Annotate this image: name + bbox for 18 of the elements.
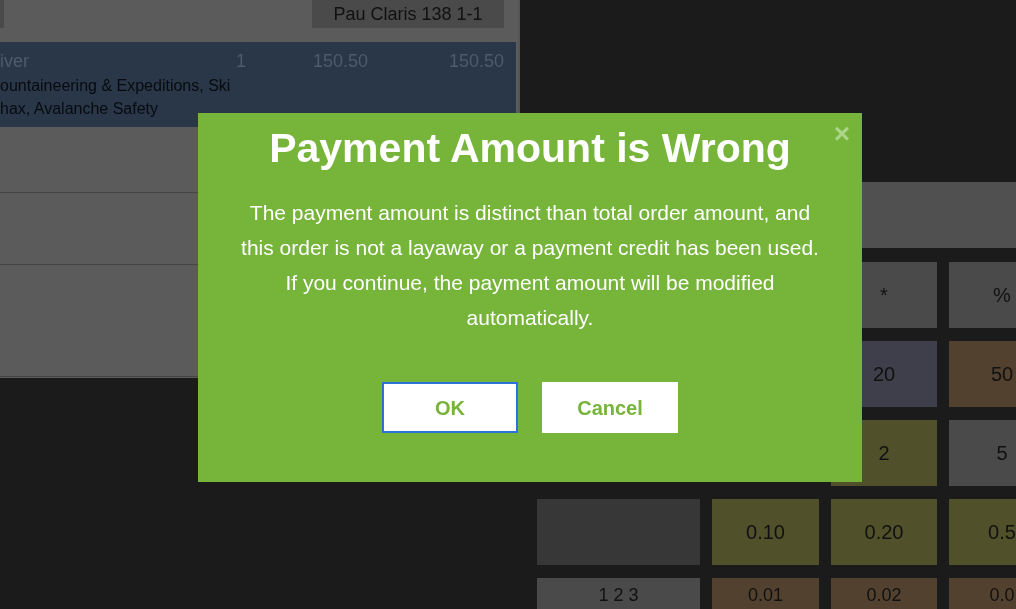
dialog-message: The payment amount is distinct than total order amount, and this order is not a layaway or a payment credit has been used. If you continue, the payment amount will be modified automatically. [241,200,819,331]
dialog-title: Payment Amount is Wrong [269,124,791,173]
keypad-key[interactable]: 0.5 [949,499,1016,565]
keypad-key[interactable]: 0.10 [712,499,819,565]
keypad-key[interactable]: 0.01 [712,578,819,609]
keypad-key[interactable]: % [949,262,1016,328]
keypad-key[interactable]: 5 [949,420,1016,486]
keypad-key[interactable]: 0.02 [831,578,937,609]
keypad-key[interactable] [537,499,700,565]
keypad-key[interactable]: 1 2 3 [537,578,700,609]
keypad-key[interactable]: 0.20 [831,499,937,565]
close-button[interactable]: × [831,119,852,149]
location-button[interactable]: Pau Claris 138 1-1 [312,0,504,28]
keypad-key[interactable]: 50 [949,341,1016,407]
keypad-key[interactable]: 0.0 [949,578,1016,609]
product-description: ountaineering & Expeditions, Ski hax, Avalanche Safety [0,76,232,119]
dialog-button[interactable]: Cancel [542,382,678,433]
dialog-button[interactable]: OK [382,382,518,433]
